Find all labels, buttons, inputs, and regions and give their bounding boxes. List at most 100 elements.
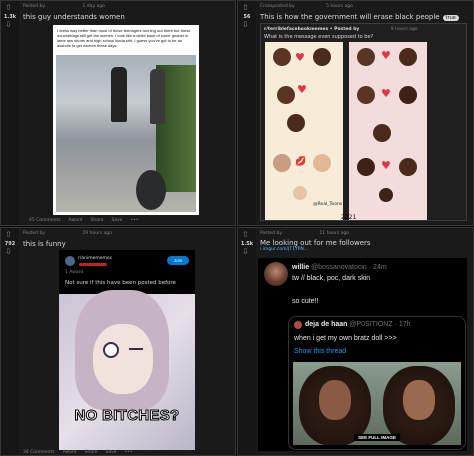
comments-button[interactable]: 45 Comments	[29, 218, 61, 223]
posted-by: Crossposted by 5 hours ago	[260, 4, 353, 9]
upvote-icon[interactable]: ⇧	[242, 231, 249, 239]
image-caption: I dress way better than most of these te…	[57, 28, 191, 48]
face-dark	[357, 48, 375, 66]
post-title[interactable]: this is funny	[23, 240, 66, 248]
post-card-1[interactable]: ⇧ 1.3k ⇩ Posted by 1 day ago this guy un…	[0, 0, 236, 226]
post-actions: 45 Comments Award Share Save •••	[29, 218, 139, 223]
anime-image: NO BITCHES?	[59, 290, 195, 450]
comment-count[interactable]: 8	[105, 441, 108, 446]
person-silhouette	[150, 69, 165, 124]
downvote-icon[interactable]: ⇩	[5, 21, 12, 29]
embed-caption: Not sure if this have been posted before	[65, 280, 176, 286]
comments-button[interactable]: 34 Comments	[23, 450, 55, 455]
posted-by: Posted by 19 hours ago	[23, 231, 113, 236]
posted-by: Posted by 1 day ago	[23, 4, 105, 9]
quote-text: when i get my own bratz doll >>>	[294, 335, 397, 342]
downvote-icon[interactable]: ⇩	[93, 441, 97, 446]
downvote-icon[interactable]: ⇩	[242, 248, 249, 256]
tweet-line1: tw // black, poc, dark skin	[292, 275, 371, 282]
vote-count: 880	[76, 441, 86, 446]
anime-eye-closed	[129, 348, 143, 350]
face-light	[293, 186, 307, 200]
face-light	[273, 154, 291, 172]
shadow	[136, 170, 166, 210]
face-dark	[399, 86, 417, 104]
save-button[interactable]: Save	[112, 218, 123, 223]
upvote-icon[interactable]: ⇧	[5, 4, 12, 12]
quote-photo-left	[293, 362, 377, 445]
face-dark	[357, 86, 375, 104]
person-silhouette	[111, 67, 127, 122]
share-button[interactable]: Share	[85, 450, 98, 455]
post-card-3[interactable]: ⇧ 792 ⇩ Posted by 19 hours ago this is f…	[0, 227, 236, 456]
heart-icon: ♥	[381, 49, 391, 62]
face-dark	[277, 86, 295, 104]
quote-photo-right	[377, 362, 461, 445]
tweet-line2: so cute!!	[292, 298, 319, 305]
award-label: 1 Award	[65, 270, 84, 275]
face-dark	[379, 188, 393, 202]
vote-column: ⇧ 1.5k ⇩	[238, 228, 256, 455]
quoted-tweet: deja de haan @P0SITIONZ · 17h when i get…	[288, 316, 466, 450]
save-button[interactable]: Save	[106, 450, 117, 455]
face	[403, 380, 435, 420]
tweet-screenshot: willie @bossanovatocin · 24m tw // black…	[258, 258, 467, 451]
subreddit-avatar	[65, 256, 75, 266]
lips-icon: 💋	[295, 157, 307, 167]
downvote-icon[interactable]: ⇩	[242, 21, 249, 29]
avatar	[264, 262, 288, 286]
subreddit-name[interactable]: r/animememes	[78, 256, 112, 261]
year-label: 2021	[341, 214, 357, 221]
quote-author: deja de haan @P0SITIONZ · 17h	[305, 321, 411, 328]
downvote-icon[interactable]: ⇩	[5, 248, 12, 256]
show-thread-link[interactable]: Show this thread	[294, 348, 346, 355]
face	[319, 380, 351, 420]
inner-sub: r/terriblefacebookmemes • Posted by 9 ho…	[264, 27, 418, 32]
inner-title: What is the message even supposed to be?	[264, 34, 374, 40]
more-button[interactable]: •••	[125, 450, 133, 455]
face-light	[313, 154, 331, 172]
heart-icon: ♥	[381, 159, 391, 172]
award-button[interactable]: Award	[63, 450, 77, 455]
see-full-image-button[interactable]: SEE FULL IMAGE	[354, 434, 400, 441]
post-card-2[interactable]: ⇧ 56 ⇩ Crossposted by 5 hours ago This i…	[237, 0, 474, 226]
posted-by: Posted by 11 hours ago	[260, 231, 350, 236]
face-dark	[273, 48, 291, 66]
tweet-author: willie @bossanovatocin · 24m	[292, 264, 387, 271]
upvote-icon[interactable]: ⇧	[65, 441, 69, 446]
upvote-icon[interactable]: ⇧	[5, 231, 12, 239]
street-photo	[56, 55, 196, 212]
face-dark	[287, 114, 305, 132]
post-image[interactable]: I dress way better than most of these te…	[53, 25, 199, 215]
heart-icon: ♥	[297, 83, 307, 96]
embed-actions: ⇧ 880 ⇩ 8 ↗	[65, 441, 120, 446]
anime-face	[93, 324, 153, 394]
upvote-icon[interactable]: ⇧	[242, 4, 249, 12]
post-actions: 34 Comments Award Share Save •••	[23, 450, 133, 455]
share-button[interactable]: Share	[91, 218, 104, 223]
post-link[interactable]: i.imgur.com/JT1YPN...	[260, 247, 308, 252]
more-button[interactable]: •••	[131, 218, 139, 223]
award-button[interactable]: Award	[69, 218, 83, 223]
join-button[interactable]: Join	[167, 256, 189, 265]
redacted-bar	[79, 263, 107, 266]
vote-column: ⇧ 792 ⇩	[1, 228, 19, 455]
post-card-4[interactable]: ⇧ 1.5k ⇩ Posted by 11 hours ago Me looki…	[237, 227, 474, 456]
post-image[interactable]: r/animememes 1 Award Join Not sure if th…	[59, 250, 195, 450]
quote-avatar	[294, 321, 302, 329]
vote-column: ⇧ 56 ⇩	[238, 1, 256, 225]
face-dark	[399, 48, 417, 66]
face-dark	[357, 158, 375, 176]
crosspost-embed[interactable]: r/terriblefacebookmemes • Posted by 9 ho…	[260, 23, 467, 221]
meme-text: NO BITCHES?	[74, 407, 180, 425]
heart-icon: ♥	[381, 87, 391, 100]
vote-column: ⇧ 1.3k ⇩	[1, 1, 19, 225]
post-title[interactable]: This is how the government will erase bl…	[260, 13, 459, 21]
share-icon[interactable]: ↗	[116, 441, 120, 446]
heart-icon: ♥	[295, 51, 305, 64]
post-title[interactable]: Me looking out for me followers	[260, 239, 371, 247]
post-title[interactable]: this guy understands women	[23, 13, 125, 21]
face-dark	[313, 48, 331, 66]
left-panel: ♥ ♥ 💋 @Real_Toons	[265, 42, 343, 220]
watermark: @Real_Toons	[313, 202, 343, 207]
